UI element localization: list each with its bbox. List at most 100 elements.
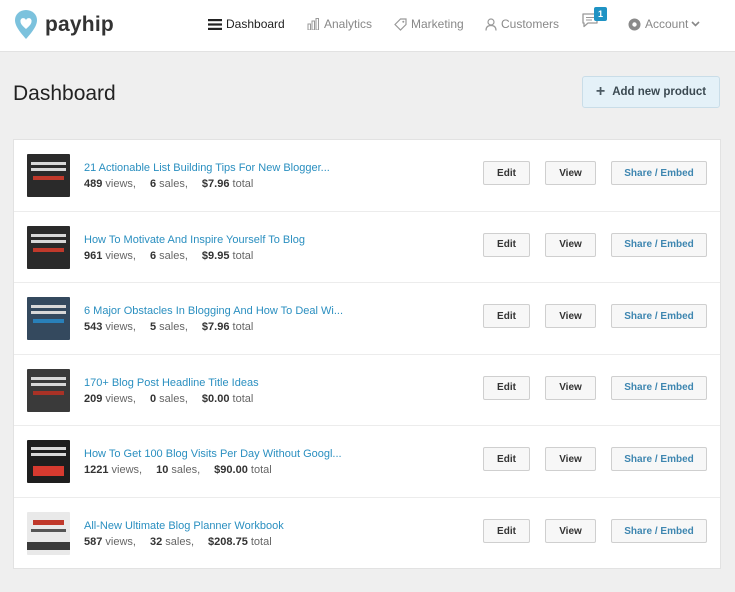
product-stats: 209 views, 0 sales, $0.00 total: [84, 393, 253, 405]
share-embed-button[interactable]: Share / Embed: [611, 232, 707, 257]
product-title-link[interactable]: All-New Ultimate Blog Planner Workbook: [84, 520, 284, 532]
nav-analytics[interactable]: Analytics: [307, 17, 372, 31]
nav-analytics-label: Analytics: [324, 17, 373, 31]
account-menu[interactable]: Account: [628, 17, 704, 31]
total-label: total: [232, 178, 254, 190]
plus-icon: +: [595, 83, 606, 100]
sales-label: sales,: [171, 464, 201, 477]
notification-count-badge: 1: [594, 7, 607, 21]
view-button[interactable]: View: [545, 161, 596, 185]
share-embed-button[interactable]: Share / Embed: [611, 304, 707, 329]
add-new-product-label: Add new product: [612, 86, 707, 98]
share-embed-button[interactable]: Share / Embed: [611, 375, 707, 400]
total-amount: $0.00: [201, 392, 230, 405]
product-row: How To Get 100 Blog Visits Per Day Witho…: [14, 426, 720, 498]
sales-label: sales,: [159, 249, 188, 262]
edit-button[interactable]: Edit: [483, 232, 530, 257]
nav-dashboard[interactable]: Dashboard: [208, 17, 285, 31]
page-title: Dashboard: [13, 82, 116, 105]
nav-customers-label: Customers: [501, 17, 560, 31]
total-amount: $9.95: [201, 249, 230, 262]
total-amount: $7.96: [201, 178, 230, 190]
brand-name: payhip: [45, 13, 114, 36]
sales-count: 10: [156, 464, 169, 477]
sales-count: 5: [149, 321, 157, 334]
total-label: total: [250, 464, 272, 477]
views-label: views,: [111, 464, 143, 477]
total-label: total: [232, 321, 254, 334]
views-count: 209: [84, 392, 103, 405]
product-row: All-New Ultimate Blog Planner Workbook 5…: [14, 498, 720, 570]
views-count: 489: [84, 178, 103, 190]
views-count: 1221: [84, 464, 109, 477]
product-stats: 961 views, 6 sales, $9.95 total: [84, 250, 253, 262]
product-thumbnail[interactable]: [27, 440, 70, 484]
top-navigation-bar: payhip Dashboard Analytics Marketing Cus…: [0, 0, 735, 52]
edit-button[interactable]: Edit: [483, 161, 530, 185]
views-label: views,: [105, 321, 136, 334]
edit-button[interactable]: Edit: [483, 304, 530, 329]
chevron-down-icon: [691, 21, 700, 27]
product-thumbnail[interactable]: [27, 512, 70, 555]
brand-logo[interactable]: payhip: [14, 10, 114, 40]
total-amount: $90.00: [214, 464, 248, 477]
sales-count: 6: [149, 178, 157, 190]
sales-label: sales,: [159, 392, 188, 405]
menu-icon: [208, 18, 222, 30]
product-thumbnail[interactable]: [27, 368, 70, 412]
product-row: How To Motivate And Inspire Yourself To …: [14, 212, 720, 284]
views-label: views,: [105, 178, 136, 190]
total-label: total: [232, 392, 254, 405]
total-amount: $208.75: [208, 536, 248, 548]
edit-button[interactable]: Edit: [483, 375, 530, 400]
nav-marketing[interactable]: Marketing: [394, 17, 464, 31]
nav-customers[interactable]: Customers: [485, 17, 559, 31]
product-title-link[interactable]: How To Get 100 Blog Visits Per Day Witho…: [84, 448, 342, 460]
product-stats: 587 views, 32 sales, $208.75 total: [84, 536, 272, 548]
views-label: views,: [105, 536, 136, 548]
notifications-button[interactable]: 1: [581, 7, 607, 33]
total-amount: $7.96: [201, 321, 230, 334]
edit-button[interactable]: Edit: [483, 447, 530, 472]
product-thumbnail[interactable]: [27, 225, 70, 269]
product-title-link[interactable]: 170+ Blog Post Headline Title Ideas: [84, 377, 259, 389]
user-icon: [485, 17, 497, 31]
sales-count: 32: [149, 536, 163, 548]
view-button[interactable]: View: [545, 447, 596, 472]
payhip-logo-icon: [15, 10, 37, 39]
product-row: 21 Actionable List Building Tips For New…: [14, 140, 720, 212]
view-button[interactable]: View: [545, 375, 596, 400]
edit-button[interactable]: Edit: [483, 519, 530, 543]
views-count: 587: [84, 536, 103, 548]
sales-count: 0: [149, 392, 157, 405]
view-button[interactable]: View: [545, 519, 596, 543]
product-title-link[interactable]: 21 Actionable List Building Tips For New…: [84, 162, 330, 174]
product-stats: 1221 views, 10 sales, $90.00 total: [84, 464, 272, 476]
product-stats: 489 views, 6 sales, $7.96 total: [84, 178, 253, 190]
product-stats: 543 views, 5 sales, $7.96 total: [84, 321, 253, 333]
sales-count: 6: [149, 249, 157, 262]
share-embed-button[interactable]: Share / Embed: [611, 447, 707, 472]
product-title-link[interactable]: How To Motivate And Inspire Yourself To …: [84, 234, 305, 246]
product-title-link[interactable]: 6 Major Obstacles In Blogging And How To…: [84, 305, 343, 317]
account-label: Account: [645, 17, 689, 31]
views-count: 543: [84, 321, 103, 334]
share-embed-button[interactable]: Share / Embed: [611, 161, 707, 185]
add-new-product-button[interactable]: + Add new product: [582, 76, 720, 108]
nav-marketing-label: Marketing: [411, 17, 464, 31]
share-embed-button[interactable]: Share / Embed: [611, 519, 707, 543]
bar-chart-icon: [307, 18, 319, 30]
nav-dashboard-label: Dashboard: [226, 17, 285, 31]
tag-icon: [394, 17, 407, 31]
sales-label: sales,: [165, 536, 195, 548]
view-button[interactable]: View: [545, 232, 596, 257]
view-button[interactable]: View: [545, 304, 596, 329]
views-label: views,: [105, 249, 136, 262]
total-label: total: [232, 249, 254, 262]
gear-icon: [628, 18, 641, 30]
product-thumbnail[interactable]: [27, 297, 70, 341]
views-count: 961: [84, 249, 103, 262]
product-row: 6 Major Obstacles In Blogging And How To…: [14, 283, 720, 355]
total-label: total: [250, 536, 272, 548]
product-thumbnail[interactable]: [27, 154, 70, 197]
